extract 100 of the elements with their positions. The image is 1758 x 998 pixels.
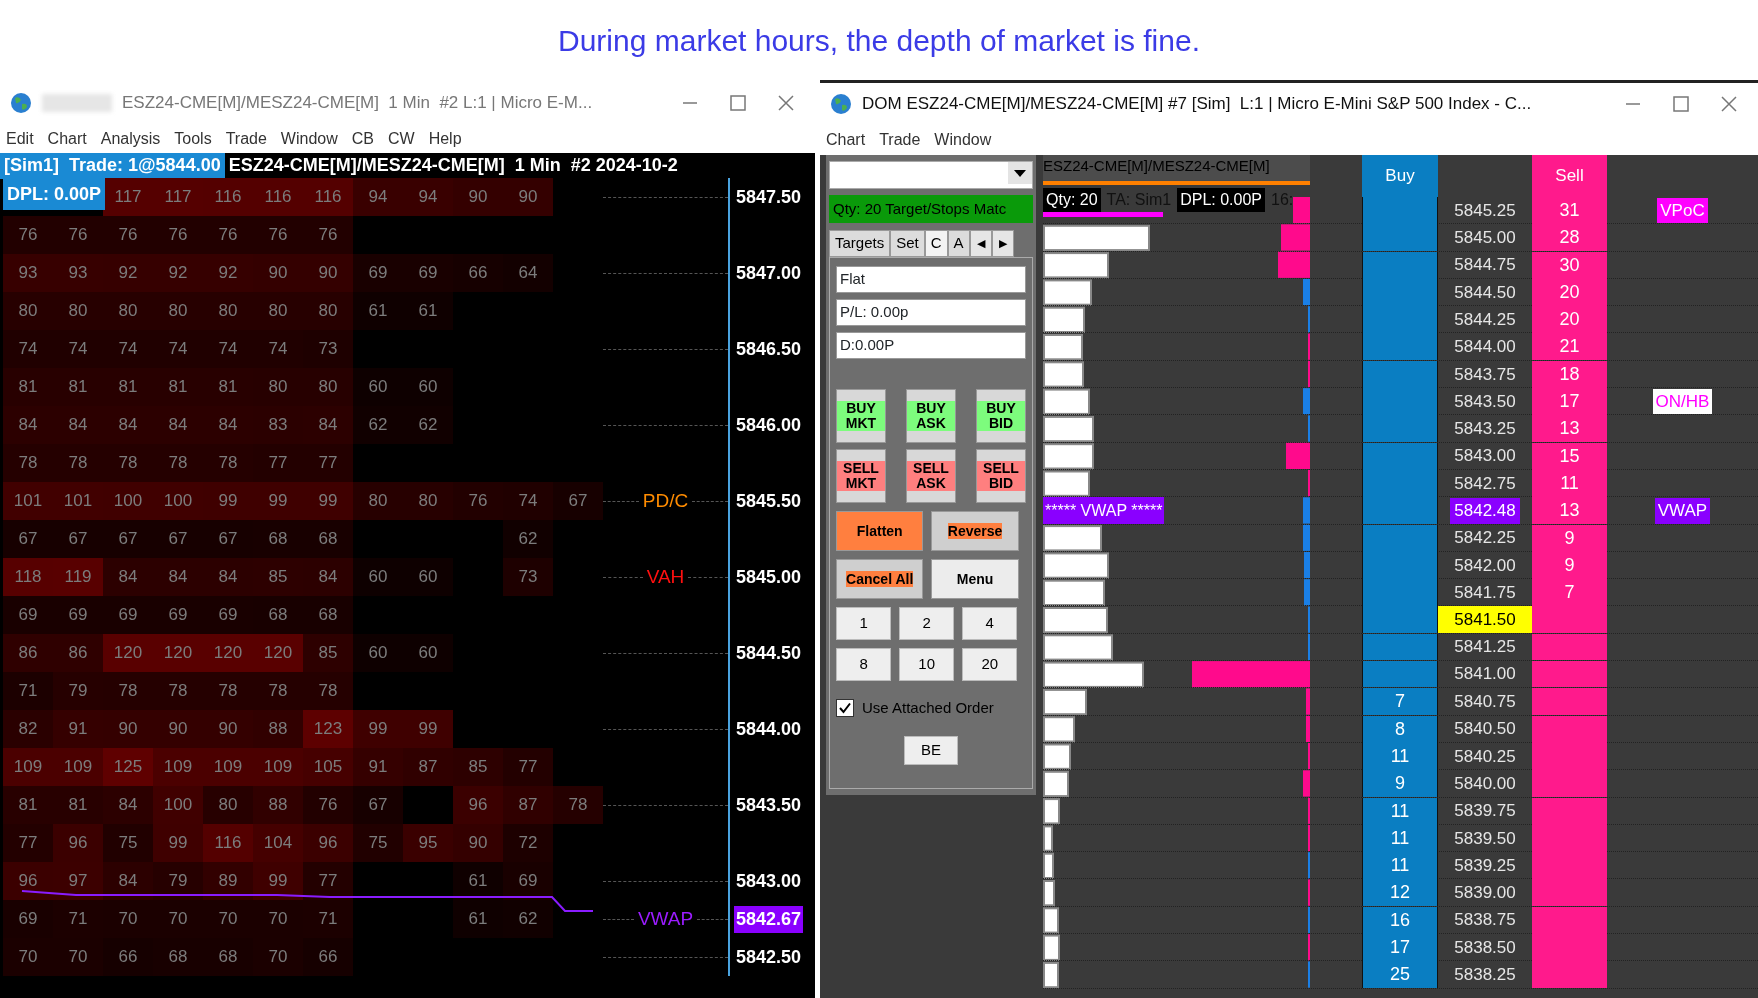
- panel-tab[interactable]: A: [947, 230, 970, 257]
- menu-item[interactable]: Chart: [47, 127, 87, 151]
- heat-cell: 84: [303, 406, 353, 444]
- order-button[interactable]: SELL MKT: [836, 449, 886, 503]
- quantity-button[interactable]: 1: [836, 607, 892, 640]
- menu-item[interactable]: Edit: [6, 127, 34, 151]
- quantity-button[interactable]: 4: [962, 607, 1018, 640]
- heat-cell: 83: [253, 406, 303, 444]
- price-level[interactable]: 5843.25: [1450, 416, 1520, 442]
- menu-item[interactable]: Chart: [826, 128, 866, 152]
- dropdown-field[interactable]: [829, 161, 1033, 189]
- quantity-button[interactable]: 10: [899, 648, 955, 681]
- heat-cell: 99: [153, 824, 203, 862]
- order-button[interactable]: BUY MKT: [836, 389, 886, 443]
- price-level[interactable]: 5842.00: [1450, 552, 1520, 579]
- qty-label: Qty: 20: [1043, 188, 1101, 212]
- last-price[interactable]: 5841.50: [1438, 606, 1532, 633]
- tab-scroll-button[interactable]: ▶: [991, 230, 1014, 257]
- price-level[interactable]: 5838.50: [1450, 934, 1520, 961]
- heat-cell: 60: [353, 634, 403, 672]
- price-level[interactable]: 5840.00: [1450, 771, 1520, 797]
- sell-cell: 7: [1532, 579, 1607, 607]
- heat-cell: 70: [3, 938, 53, 976]
- price-level[interactable]: 5844.75: [1450, 252, 1520, 278]
- price-level[interactable]: 5841.25: [1450, 634, 1520, 660]
- heat-cell: 61: [403, 292, 453, 330]
- order-button[interactable]: BUY BID: [976, 389, 1026, 443]
- action-button[interactable]: Cancel All: [836, 559, 924, 599]
- order-button[interactable]: SELL BID: [976, 449, 1026, 503]
- buy-cell: 11: [1362, 797, 1438, 825]
- price-level[interactable]: 5843.75: [1450, 361, 1520, 388]
- heat-cell: 80: [353, 482, 403, 520]
- menu-item[interactable]: Trade: [225, 127, 267, 151]
- price-level[interactable]: 5840.50: [1450, 716, 1520, 742]
- price-level[interactable]: 5842.25: [1450, 525, 1520, 551]
- price-level[interactable]: 5839.75: [1450, 798, 1520, 824]
- action-button[interactable]: Reverse: [931, 511, 1019, 551]
- heat-cell: 84: [103, 786, 153, 824]
- menu-item[interactable]: Help: [428, 127, 462, 151]
- heat-cell: 70: [153, 900, 203, 938]
- price-level[interactable]: 5843.50: [1450, 388, 1520, 415]
- heat-cell: 82: [3, 710, 53, 748]
- price-level[interactable]: 5839.25: [1450, 852, 1520, 879]
- price-level[interactable]: 5841.75: [1450, 579, 1520, 606]
- heat-cell: 86: [53, 634, 103, 672]
- quantity-button[interactable]: 8: [836, 648, 892, 681]
- price-level[interactable]: 5840.25: [1450, 743, 1520, 770]
- panel-tab[interactable]: C: [924, 230, 948, 257]
- sell-cell: 13: [1532, 415, 1607, 443]
- menu-item[interactable]: Window: [934, 128, 992, 152]
- heat-cell: 79: [153, 862, 203, 900]
- heat-cell: 78: [53, 444, 103, 482]
- price-level[interactable]: 5838.25: [1450, 962, 1520, 988]
- price-level[interactable]: 5844.00: [1450, 334, 1520, 360]
- heat-cell: 91: [353, 748, 403, 786]
- heat-cell: 120: [153, 634, 203, 672]
- action-button[interactable]: Menu: [931, 559, 1019, 599]
- panel-tab[interactable]: Targets: [829, 230, 891, 257]
- price-level[interactable]: 5845.00: [1450, 225, 1520, 251]
- price-level[interactable]: 5840.75: [1450, 689, 1520, 715]
- price-level[interactable]: 5838.75: [1450, 907, 1520, 933]
- checkbox[interactable]: [836, 699, 854, 718]
- menu-item[interactable]: CW: [388, 127, 415, 151]
- price-level[interactable]: 5843.00: [1450, 443, 1520, 469]
- price-level[interactable]: 5839.00: [1450, 880, 1520, 906]
- price-level[interactable]: 5842.48: [1450, 498, 1520, 524]
- menu-item[interactable]: CB: [351, 127, 374, 151]
- be-button[interactable]: BE: [904, 735, 958, 765]
- menu-item[interactable]: Analysis: [100, 127, 161, 151]
- price-level[interactable]: 5844.50: [1450, 279, 1520, 306]
- order-button[interactable]: SELL ASK: [906, 449, 956, 503]
- buy-cell: 7: [1362, 688, 1438, 716]
- heat-cell: 99: [203, 482, 253, 520]
- heat-cell: 84: [203, 406, 253, 444]
- heat-cell: 109: [253, 748, 303, 786]
- price-level[interactable]: 5844.25: [1450, 306, 1520, 333]
- heat-cell: 109: [153, 748, 203, 786]
- menu-item[interactable]: Tools: [174, 127, 212, 151]
- heat-cell: 80: [253, 368, 303, 406]
- heat-cell: 99: [253, 482, 303, 520]
- heat-cell: 68: [253, 520, 303, 558]
- price-level[interactable]: 5841.00: [1450, 661, 1520, 687]
- action-button[interactable]: Flatten: [836, 511, 924, 551]
- heat-cell: 74: [153, 330, 203, 368]
- heat-cell: 69: [3, 596, 53, 634]
- menu-item[interactable]: Trade: [879, 128, 921, 152]
- price-level[interactable]: 5845.25: [1450, 197, 1520, 224]
- sell-cell: 15: [1532, 442, 1607, 470]
- quantity-button[interactable]: 20: [962, 648, 1018, 681]
- checkmark-icon: [839, 702, 851, 715]
- quantity-button[interactable]: 2: [899, 607, 955, 640]
- price-level[interactable]: 5842.75: [1450, 470, 1520, 497]
- panel-tab[interactable]: Set: [890, 230, 925, 257]
- menu-item[interactable]: Window: [280, 127, 338, 151]
- heat-cell: 99: [403, 710, 453, 748]
- heat-cell: 100: [103, 482, 153, 520]
- tab-scroll-button[interactable]: ◀: [969, 230, 992, 257]
- heat-cell: 101: [3, 482, 53, 520]
- price-level[interactable]: 5839.50: [1450, 825, 1520, 852]
- order-button[interactable]: BUY ASK: [906, 389, 956, 443]
